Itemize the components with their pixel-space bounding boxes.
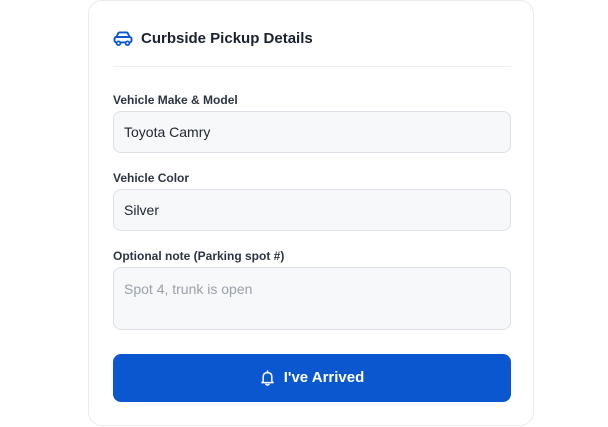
arrived-button[interactable]: I've Arrived xyxy=(113,354,511,402)
card-title: Curbside Pickup Details xyxy=(141,30,313,47)
arrived-button-label: I've Arrived xyxy=(283,369,365,386)
parking-note-textarea[interactable] xyxy=(113,267,511,330)
card-header: Curbside Pickup Details xyxy=(113,27,511,67)
vehicle-make-model-input[interactable] xyxy=(113,111,511,153)
vehicle-color-input[interactable] xyxy=(113,189,511,231)
parking-note-label: Optional note (Parking spot #) xyxy=(113,249,285,263)
bell-icon xyxy=(260,370,274,386)
vehicle-make-model-label: Vehicle Make & Model xyxy=(113,93,238,107)
car-icon xyxy=(113,31,133,46)
vehicle-color-label: Vehicle Color xyxy=(113,171,190,185)
curbside-pickup-card: Curbside Pickup Details Vehicle Make & M… xyxy=(88,0,534,426)
